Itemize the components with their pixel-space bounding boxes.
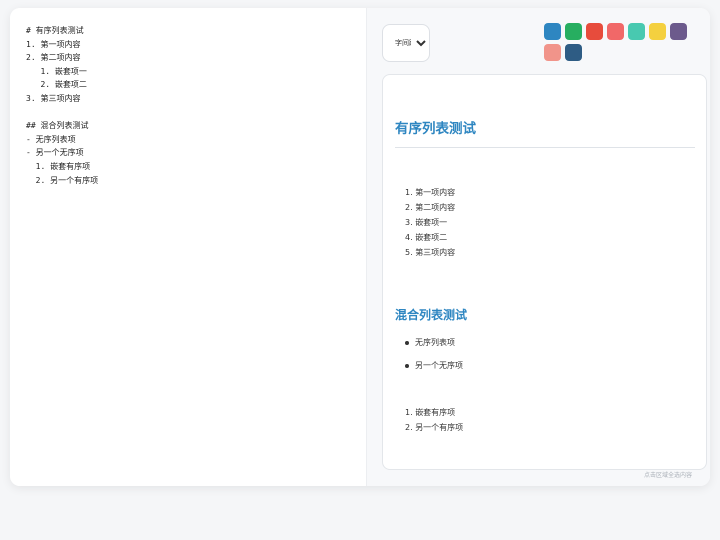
preview-panel: 字间距 有序列表测试 1. 第一项内容 2. 第二项内容 3. 嵌套项一 4. … — [367, 8, 710, 486]
select-all-hint: 点击区域全选内容 — [643, 472, 692, 479]
color-swatch-4[interactable] — [607, 23, 624, 40]
ordered-list: 1. 第一项内容 2. 第二项内容 3. 嵌套项一 4. 嵌套项二 5. 第三项… — [405, 185, 455, 260]
list-item: 2. 另一个有序项 — [405, 423, 464, 432]
editor-line: 1. 第一项内容 — [26, 39, 81, 49]
nested-ordered-list: 1. 嵌套有序项 2. 另一个有序项 — [405, 405, 463, 435]
list-item-text: 第二项内容 — [415, 203, 456, 212]
editor-line: # 有序列表测试 — [26, 26, 84, 35]
editor-line: - 另一个无序项 — [26, 148, 84, 158]
list-item-text: 另一个有序项 — [415, 423, 464, 432]
color-swatch-1[interactable] — [544, 23, 561, 40]
list-item-text: 嵌套项一 — [415, 218, 448, 227]
main-card: # 有序列表测试 1. 第一项内容 2. 第二项内容 1. 嵌套项一 2. 嵌套… — [10, 8, 710, 486]
list-item-text: 嵌套项二 — [415, 233, 448, 242]
editor-line: ## 混合列表测试 — [26, 121, 89, 131]
list-item-text: 第三项内容 — [415, 248, 456, 257]
editor-line: 1. 嵌套项一 — [26, 66, 87, 76]
list-item-text: 第一项内容 — [415, 188, 456, 197]
list-item: 3. 嵌套项一 — [405, 218, 448, 227]
list-item: 另一个无序项 — [403, 354, 463, 377]
editor-line: 2. 第二项内容 — [26, 53, 81, 63]
list-item-text: 另一个无序项 — [415, 361, 463, 370]
list-item: 5. 第三项内容 — [405, 248, 456, 257]
markdown-editor[interactable]: # 有序列表测试 1. 第一项内容 2. 第二项内容 1. 嵌套项一 2. 嵌套… — [10, 8, 367, 486]
list-item: 4. 嵌套项二 — [405, 233, 448, 242]
color-swatch-2[interactable] — [565, 23, 582, 40]
bullet-icon — [405, 341, 409, 345]
editor-line: 2. 嵌套项二 — [26, 80, 87, 90]
color-swatch-9[interactable] — [565, 44, 582, 61]
list-item-text: 无序列表项 — [415, 338, 455, 347]
color-swatch-7[interactable] — [670, 23, 687, 40]
list-item: 2. 第二项内容 — [405, 203, 456, 212]
editor-line: - 无序列表项 — [26, 134, 76, 144]
letter-spacing-select[interactable]: 字间距 — [382, 24, 430, 62]
unordered-list: 无序列表项 另一个无序项 — [403, 331, 463, 377]
color-swatch-3[interactable] — [586, 23, 603, 40]
toolbar: 字间距 — [382, 24, 430, 62]
editor-line: 2. 另一个有序项 — [26, 175, 99, 185]
editor-line: 1. 嵌套有序项 — [26, 161, 91, 171]
preview-heading-1: 有序列表测试 — [395, 117, 695, 148]
color-swatch-8[interactable] — [544, 44, 561, 61]
list-item: 1. 第一项内容 — [405, 188, 456, 197]
list-item: 1. 嵌套有序项 — [405, 408, 456, 417]
list-item: 无序列表项 — [403, 331, 463, 354]
color-swatches — [544, 23, 694, 61]
editor-line: 3. 第三项内容 — [26, 93, 81, 103]
color-swatch-5[interactable] — [628, 23, 645, 40]
color-swatch-6[interactable] — [649, 23, 666, 40]
list-item-text: 嵌套有序项 — [415, 408, 456, 417]
preview-heading-2: 混合列表测试 — [395, 308, 468, 322]
preview-area[interactable]: 有序列表测试 1. 第一项内容 2. 第二项内容 3. 嵌套项一 4. 嵌套项二… — [382, 74, 707, 470]
bullet-icon — [405, 364, 409, 368]
